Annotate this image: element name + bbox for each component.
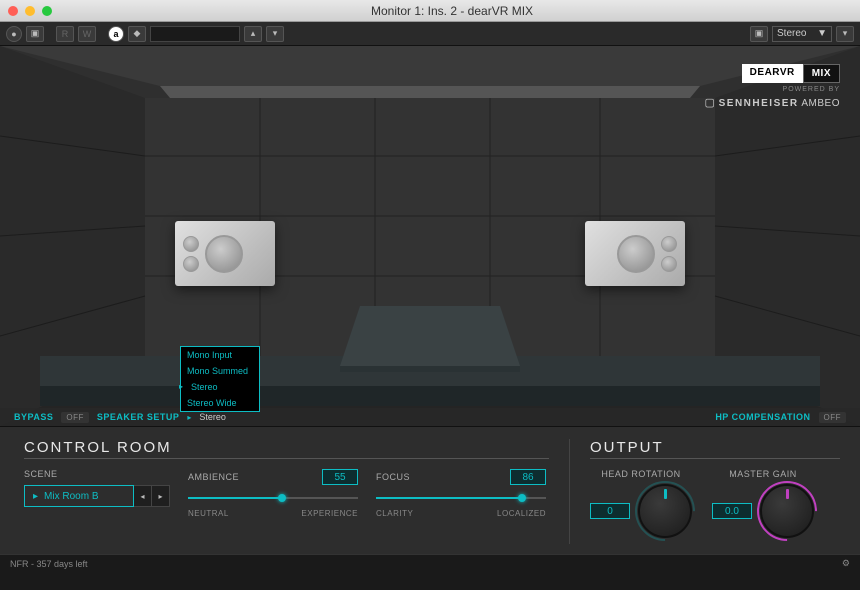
write-button[interactable]: W — [78, 26, 96, 42]
divider — [24, 458, 549, 459]
brand-logo-area: DEARVR MIX POWERED BY ▢ SENNHEISER AMBEO — [704, 64, 840, 109]
zoom-icon[interactable] — [42, 6, 52, 16]
speaker-setup-value-display[interactable]: Stereo — [199, 412, 226, 422]
dearvr-logo: DEARVR MIX — [742, 64, 840, 83]
chevron-right-icon: ▸ — [33, 491, 38, 502]
scene-value: Mix Room B — [44, 491, 98, 502]
preset-field[interactable] — [150, 26, 240, 42]
head-rotation-label: HEAD ROTATION — [601, 469, 680, 479]
preset-up-button[interactable]: ▴ — [244, 26, 262, 42]
menu-item[interactable]: Stereo Wide — [181, 395, 259, 411]
master-gain-knob[interactable] — [760, 484, 814, 538]
master-gain-label: MASTER GAIN — [729, 469, 797, 479]
license-status-text: NFR - 357 days left — [10, 559, 88, 569]
chevron-right-icon: ▸ — [187, 413, 191, 422]
scene-label: SCENE — [24, 469, 170, 479]
scene-prev-button[interactable]: ◂ — [134, 485, 152, 507]
snapshot-button[interactable]: ▣ — [750, 26, 768, 42]
more-button[interactable]: ▾ — [836, 26, 854, 42]
focus-max-label: LOCALIZED — [497, 509, 546, 518]
focus-value[interactable]: 86 — [510, 469, 546, 485]
ambience-max-label: EXPERIENCE — [301, 509, 358, 518]
ambience-min-label: NEUTRAL — [188, 509, 229, 518]
power-button[interactable]: ● — [6, 26, 22, 42]
divider — [590, 458, 840, 459]
hp-compensation-toggle[interactable]: OFF — [819, 412, 847, 423]
gear-icon[interactable]: ⚙ — [842, 558, 850, 569]
focus-slider[interactable]: CLARITY LOCALIZED — [376, 491, 546, 518]
menu-item-selected[interactable]: Stereo — [181, 379, 259, 395]
preset-down-button[interactable]: ▾ — [266, 26, 284, 42]
minimize-icon[interactable] — [25, 6, 35, 16]
head-rotation-knob[interactable] — [638, 484, 692, 538]
chevron-down-icon: ▼ — [817, 28, 827, 39]
host-toolbar: ● ▣ R W a ◆ ▴ ▾ ▣ Stereo ▼ ▾ — [0, 22, 860, 46]
bypass-toggle[interactable]: OFF — [61, 412, 89, 423]
menu-item[interactable]: Mono Summed — [181, 363, 259, 379]
focus-min-label: CLARITY — [376, 509, 413, 518]
right-monitor-speaker — [585, 221, 685, 286]
master-gain-value[interactable]: 0.0 — [712, 503, 752, 519]
sennheiser-logo: ▢ SENNHEISER AMBEO — [704, 96, 840, 109]
focus-label: FOCUS — [376, 472, 410, 482]
menu-item[interactable]: Mono Input — [181, 347, 259, 363]
head-rotation-value[interactable]: 0 — [590, 503, 630, 519]
editor-button[interactable]: ▣ — [26, 26, 44, 42]
speaker-setup-menu[interactable]: Mono Input Mono Summed Stereo Stereo Wid… — [180, 346, 260, 412]
ab-button[interactable]: ◆ — [128, 26, 146, 42]
powered-by-label: POWERED BY — [783, 86, 840, 93]
window-titlebar: Monitor 1: Ins. 2 - dearVR MIX — [0, 0, 860, 22]
control-room-title: CONTROL ROOM — [24, 439, 549, 456]
scene-next-button[interactable]: ▸ — [152, 485, 170, 507]
room-viewport: DEARVR MIX POWERED BY ▢ SENNHEISER AMBEO… — [0, 46, 860, 426]
close-icon[interactable] — [8, 6, 18, 16]
scene-select[interactable]: ▸ Mix Room B — [24, 485, 134, 507]
status-bar: NFR - 357 days left ⚙ — [0, 554, 860, 572]
read-button[interactable]: R — [56, 26, 74, 42]
output-title: OUTPUT — [590, 439, 840, 456]
bypass-label: BYPASS — [14, 412, 53, 422]
control-panel: CONTROL ROOM SCENE ▸ Mix Room B ◂ ▸ AMBI… — [0, 426, 860, 554]
left-monitor-speaker — [175, 221, 275, 286]
automation-a-button[interactable]: a — [108, 26, 124, 42]
hp-compensation-label: HP COMPENSATION — [715, 412, 810, 422]
speaker-setup-label: SPEAKER SETUP — [97, 412, 180, 422]
ambience-value[interactable]: 55 — [322, 469, 358, 485]
channel-config-value: Stereo — [777, 28, 806, 39]
util-strip: BYPASS OFF SPEAKER SETUP ▸ Stereo HP COM… — [0, 408, 860, 426]
channel-config-select[interactable]: Stereo ▼ — [772, 26, 832, 42]
window-title: Monitor 1: Ins. 2 - dearVR MIX — [52, 4, 852, 18]
ambience-label: AMBIENCE — [188, 472, 239, 482]
ambience-slider[interactable]: NEUTRAL EXPERIENCE — [188, 491, 358, 518]
